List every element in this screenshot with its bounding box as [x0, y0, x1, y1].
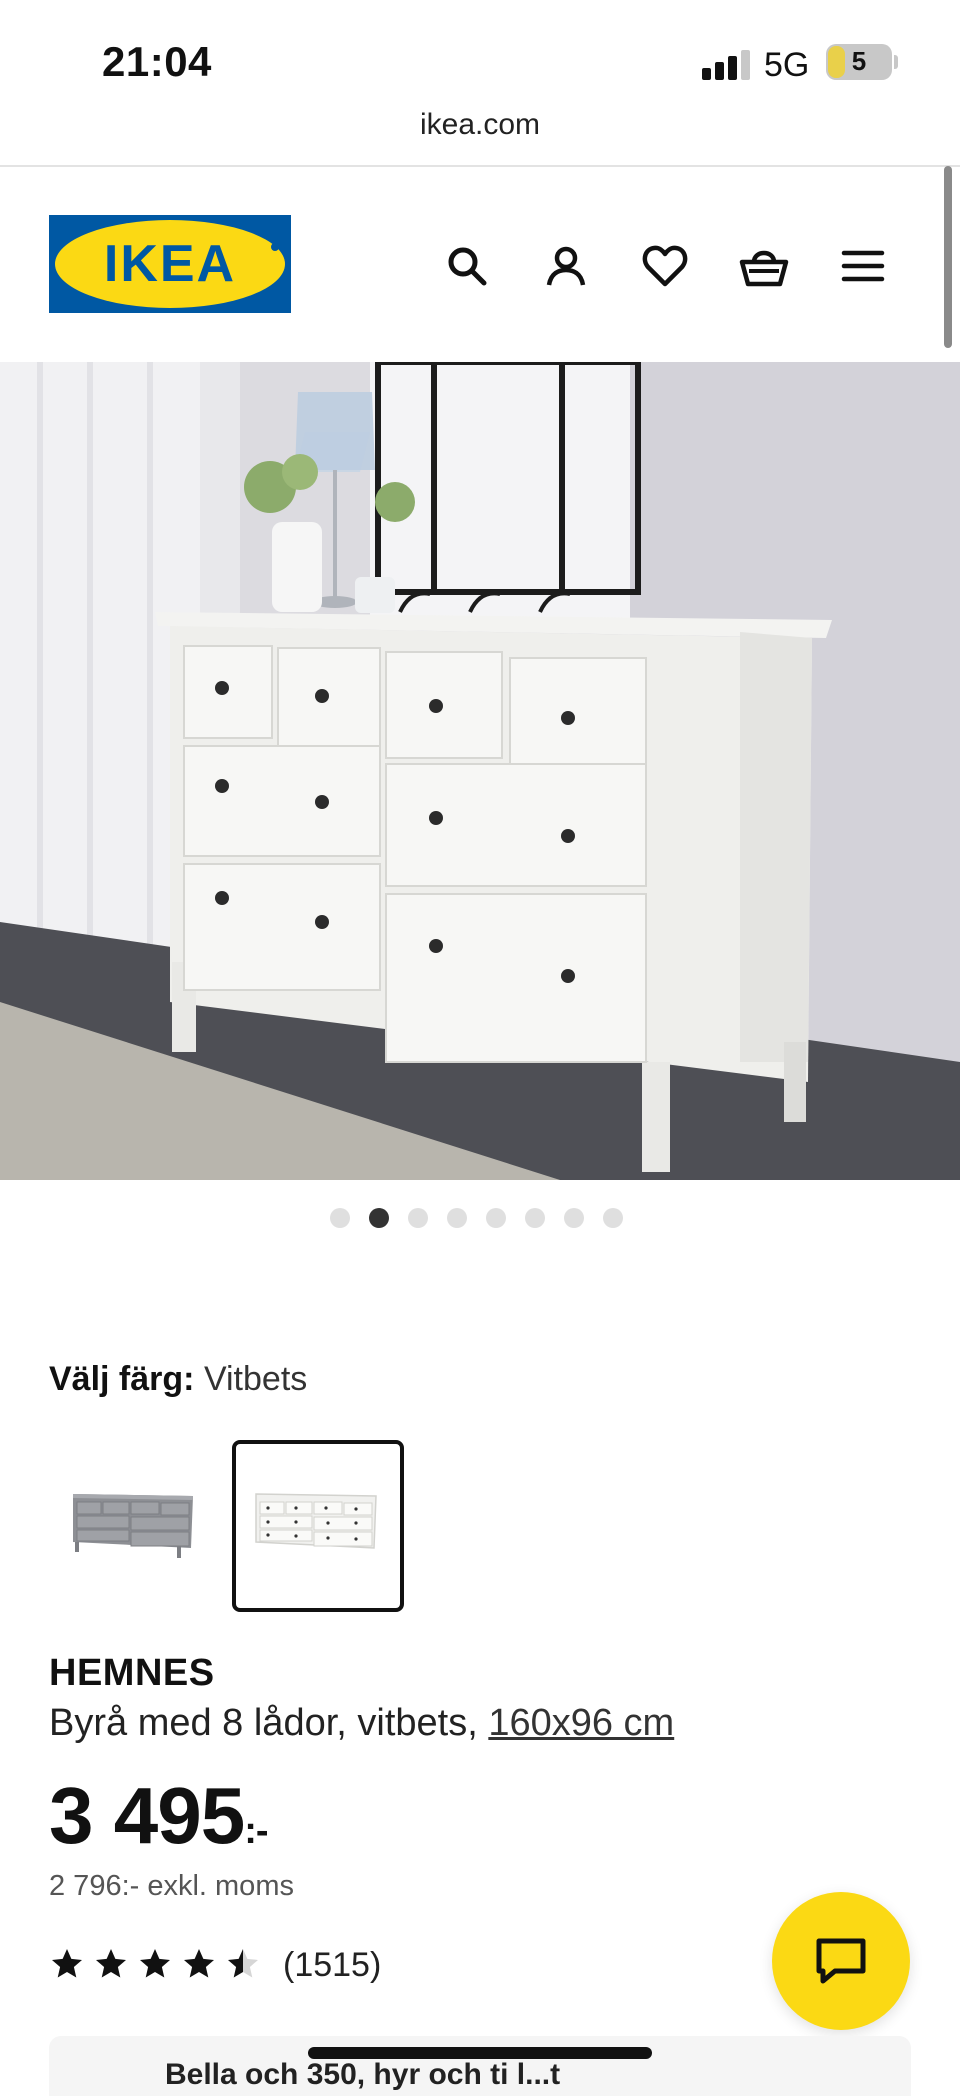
scrollbar[interactable] [944, 166, 952, 348]
review-count[interactable]: (1515) [283, 1946, 381, 1985]
gallery-dot[interactable] [564, 1208, 584, 1228]
status-time: 21:04 [102, 38, 212, 85]
search-icon[interactable] [438, 237, 496, 295]
promo-text: Bella och 350, hyr och ti l...t [165, 2058, 561, 2091]
gallery-dot[interactable] [330, 1208, 350, 1228]
gallery-dot[interactable] [525, 1208, 545, 1228]
color-swatch-grey[interactable] [49, 1440, 221, 1612]
account-icon[interactable] [537, 237, 595, 295]
product-description-text: Byrå med 8 lådor, vitbets, [49, 1702, 478, 1744]
product-price: 3 495:- [49, 1770, 269, 1862]
gallery-dot[interactable] [408, 1208, 428, 1228]
url-text: ikea.com [419, 108, 541, 141]
product-dimensions-link[interactable]: 160x96 cm [488, 1702, 674, 1744]
signal-icon [702, 50, 750, 80]
heart-icon[interactable] [636, 237, 694, 295]
product-description: Byrå med 8 lådor, vitbets, 160x96 cm [49, 1702, 674, 1745]
logo-text: IKEA [104, 235, 236, 293]
product-name: HEMNES [49, 1652, 215, 1694]
price-suffix: :- [244, 1810, 268, 1852]
battery-nub [894, 55, 898, 69]
gallery-dot[interactable] [486, 1208, 506, 1228]
battery-icon: 5 [826, 44, 892, 80]
product-image[interactable] [0, 362, 960, 1180]
chat-icon [816, 1938, 866, 1984]
chat-button[interactable] [772, 1892, 910, 2030]
gallery-dot[interactable] [603, 1208, 623, 1228]
home-indicator[interactable] [308, 2047, 652, 2059]
address-bar[interactable]: ikea.com [0, 108, 960, 164]
star-icon [96, 1949, 126, 1978]
menu-icon[interactable] [834, 237, 892, 295]
price-value: 3 495 [49, 1771, 245, 1860]
half-star-icon [228, 1949, 258, 1978]
color-selector-label: Välj färg: Vitbets [49, 1360, 307, 1399]
price-excl-vat: 2 796:- exkl. moms [49, 1870, 294, 1902]
color-label-text: Välj färg: [49, 1360, 195, 1398]
star-icon [140, 1949, 170, 1978]
promo-card[interactable]: Bella och 350, hyr och ti l...t [49, 2036, 911, 2096]
battery-level: 5 [851, 46, 867, 76]
site-header: IKEA [0, 167, 960, 362]
ikea-logo[interactable]: IKEA [49, 215, 291, 313]
star-icon [52, 1949, 82, 1978]
gallery-dot-active[interactable] [369, 1208, 389, 1228]
cart-icon[interactable] [735, 237, 793, 295]
network-type: 5G [764, 46, 810, 84]
gallery-dot[interactable] [447, 1208, 467, 1228]
star-icon [184, 1949, 214, 1978]
selected-color: Vitbets [203, 1360, 308, 1398]
status-bar: 21:04 5G 5 [0, 0, 960, 120]
color-swatch-white[interactable] [232, 1440, 404, 1612]
